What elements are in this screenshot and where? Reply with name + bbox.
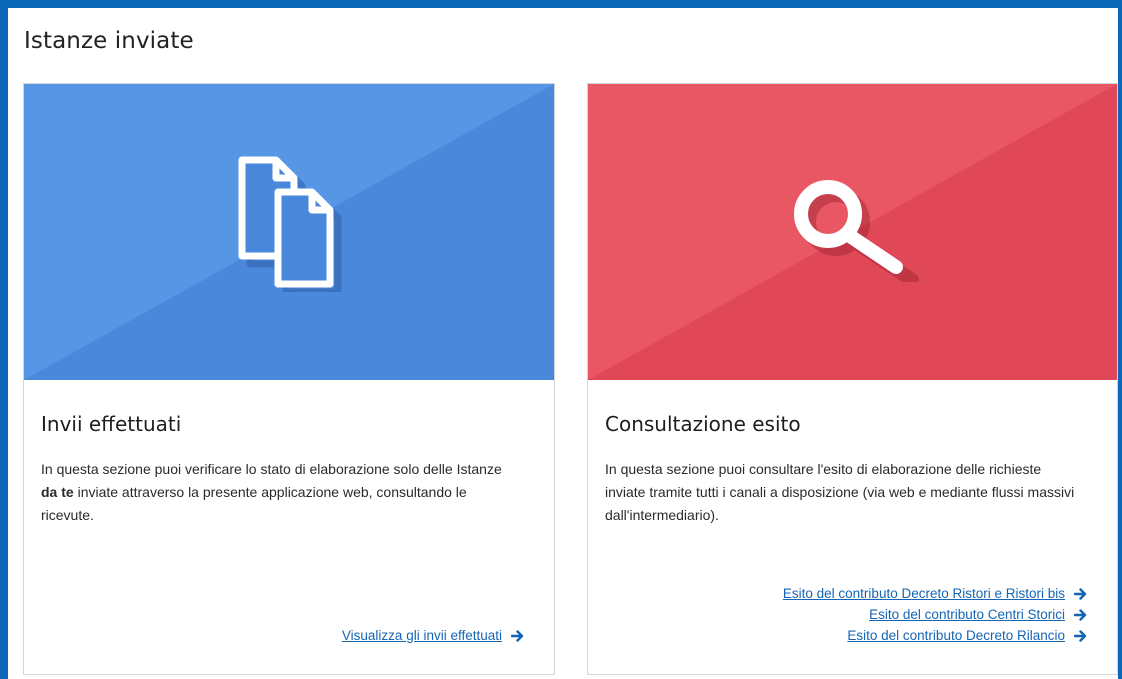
arrow-right-icon — [1074, 608, 1087, 621]
card-hero-blue — [24, 84, 554, 380]
search-icon — [794, 180, 919, 282]
page-title: Istanze inviate — [24, 28, 194, 54]
documents-icon — [238, 156, 342, 292]
arrow-right-icon — [511, 629, 524, 642]
link-esito-centri-storici[interactable]: Esito del contributo Centri Storici — [783, 604, 1087, 625]
link-label[interactable]: Esito del contributo Centri Storici — [869, 604, 1065, 625]
left-border — [0, 0, 8, 679]
card-links: Visualizza gli invii effettuati — [342, 625, 524, 646]
link-label[interactable]: Esito del contributo Decreto Rilancio — [847, 625, 1065, 646]
card-hero-red — [588, 84, 1117, 380]
card-description: In questa sezione puoi consultare l'esit… — [605, 461, 1075, 523]
link-visualizza-invii[interactable]: Visualizza gli invii effettuati — [342, 625, 524, 646]
link-label[interactable]: Esito del contributo Decreto Ristori e R… — [783, 583, 1065, 604]
arrow-right-icon — [1074, 587, 1087, 600]
link-label[interactable]: Visualizza gli invii effettuati — [342, 625, 502, 646]
top-border — [0, 0, 1122, 8]
arrow-right-icon — [1074, 629, 1087, 642]
link-esito-rilancio[interactable]: Esito del contributo Decreto Rilancio — [783, 625, 1087, 646]
description-text: inviate attraverso la presente applicazi… — [41, 484, 467, 523]
card-description: In questa sezione puoi verificare lo sta… — [41, 458, 521, 527]
description-text: In questa sezione puoi verificare lo sta… — [41, 461, 502, 477]
card-invii-effettuati: Invii effettuati In questa sezione puoi … — [23, 83, 555, 675]
card-consultazione-esito: Consultazione esito In questa sezione pu… — [587, 83, 1118, 675]
description-bold: da te — [41, 484, 74, 500]
card-title: Invii effettuati — [41, 412, 182, 436]
card-links: Esito del contributo Decreto Ristori e R… — [783, 583, 1087, 646]
right-border — [1118, 0, 1122, 679]
link-esito-ristori[interactable]: Esito del contributo Decreto Ristori e R… — [783, 583, 1087, 604]
card-title: Consultazione esito — [605, 412, 801, 436]
